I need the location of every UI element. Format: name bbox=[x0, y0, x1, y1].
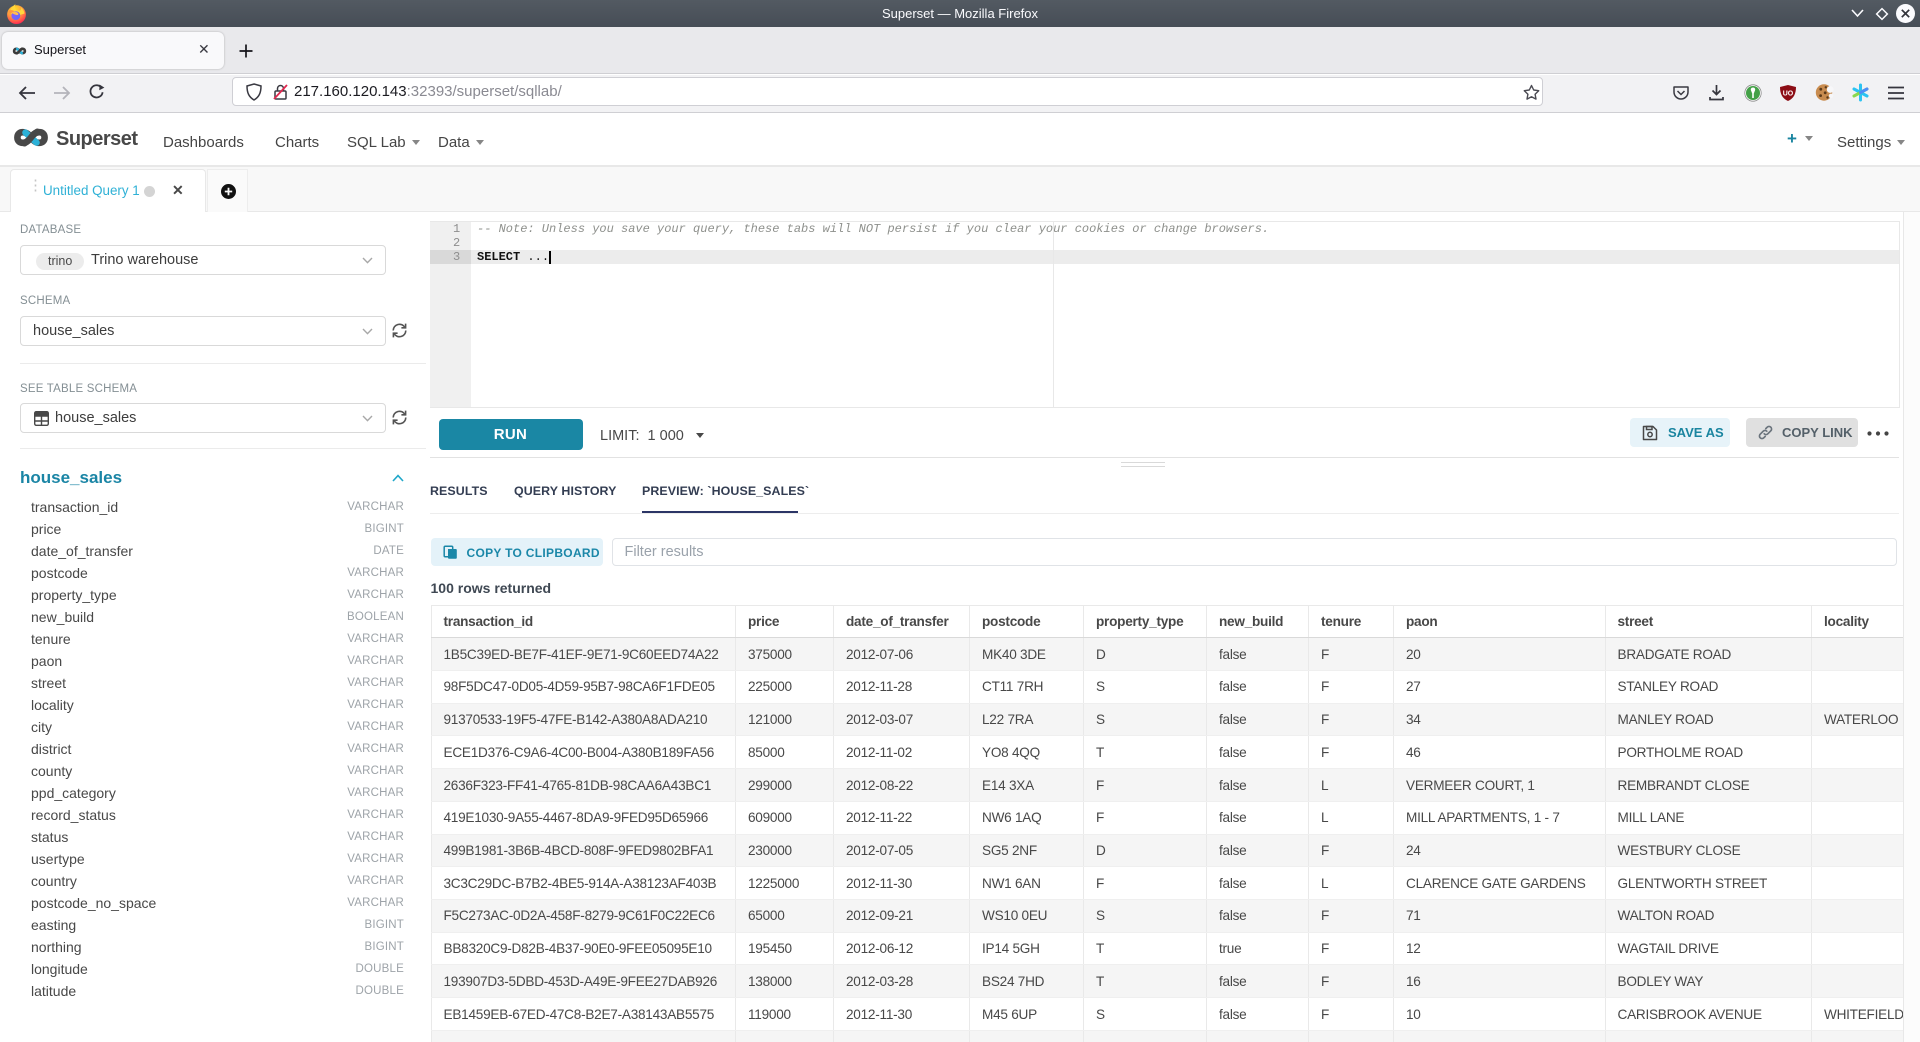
svg-text:UO: UO bbox=[1783, 91, 1794, 98]
